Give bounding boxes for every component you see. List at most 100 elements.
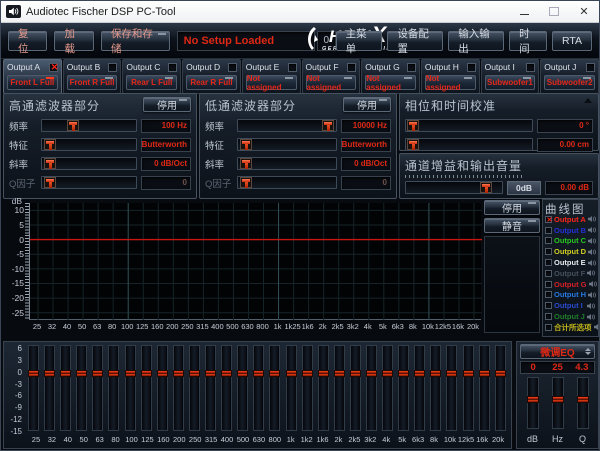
filter-slider-thumb[interactable] — [67, 120, 80, 131]
eq-slider-thumb[interactable] — [188, 369, 200, 377]
eq-band-slider-40[interactable] — [60, 345, 72, 431]
legend-row-output-d[interactable]: Output D — [545, 246, 597, 257]
legend-checkbox[interactable] — [545, 302, 552, 310]
output-checkbox[interactable] — [406, 62, 416, 72]
eq-band-slider-100[interactable] — [124, 345, 136, 431]
filter-value-field[interactable]: 0 dB/Oct — [141, 156, 191, 171]
eq-slider-thumb[interactable] — [44, 369, 56, 377]
eq-band-slider-800[interactable] — [269, 345, 281, 431]
phase-slider[interactable] — [405, 119, 533, 132]
filter-value-field[interactable]: 100 Hz — [141, 118, 191, 133]
load-button[interactable]: 加载 — [54, 28, 94, 55]
legend-row-output-f[interactable]: Output F — [545, 268, 596, 279]
tab-output-b[interactable]: Output B Front R Full — [62, 59, 122, 94]
eq-band-slider-250[interactable] — [188, 345, 200, 431]
save-store-button[interactable]: 保存和存储 — [100, 28, 170, 55]
channel-name-button[interactable]: Subwoofer2 — [544, 75, 595, 90]
fine-eq-slider-thumb[interactable] — [526, 396, 539, 403]
eq-slider-thumb[interactable] — [398, 369, 410, 377]
filter-slider-thumb[interactable] — [43, 139, 56, 150]
output-checkbox[interactable] — [227, 62, 237, 72]
eq-band-slider-16k[interactable] — [478, 345, 490, 431]
speaker-icon[interactable] — [588, 280, 598, 288]
eq-slider-thumb[interactable] — [92, 369, 104, 377]
fine-eq-slider-db[interactable] — [526, 377, 539, 429]
speaker-icon[interactable] — [587, 313, 596, 321]
speaker-icon[interactable] — [593, 323, 599, 331]
filter-slider-thumb[interactable] — [322, 120, 335, 131]
eq-band-slider-2k[interactable] — [333, 345, 345, 431]
tab-output-i[interactable]: Output I Subwoofer1 — [480, 59, 540, 94]
eq-slider-thumb[interactable] — [172, 369, 184, 377]
speaker-icon[interactable] — [588, 248, 597, 256]
eq-band-slider-2k5[interactable] — [349, 345, 361, 431]
lowpass-disable-button[interactable]: 停用 — [343, 97, 391, 112]
legend-checkbox[interactable] — [545, 259, 552, 267]
eq-slider-thumb[interactable] — [140, 369, 152, 377]
eq-slider-thumb[interactable] — [414, 369, 426, 377]
output-checkbox[interactable] — [168, 62, 178, 72]
legend-checkbox[interactable] — [545, 269, 552, 277]
eq-slider-thumb[interactable] — [28, 369, 39, 377]
eq-slider-thumb[interactable] — [333, 369, 345, 377]
eq-band-slider-32[interactable] — [44, 345, 56, 431]
phase-slider-thumb[interactable] — [407, 120, 420, 131]
eq-band-slider-6k3[interactable] — [414, 345, 426, 431]
legend-checkbox[interactable] — [545, 291, 552, 299]
eq-band-slider-10k[interactable] — [446, 345, 458, 431]
eq-slider-thumb[interactable] — [494, 369, 506, 377]
output-checkbox[interactable] — [347, 62, 357, 72]
filter-slider[interactable] — [41, 176, 137, 189]
channel-name-button[interactable]: Not assigned — [424, 74, 476, 92]
eq-slider-thumb[interactable] — [237, 369, 249, 377]
gain-slider[interactable] — [405, 181, 503, 194]
eq-slider-thumb[interactable] — [60, 369, 72, 377]
filter-slider[interactable] — [237, 157, 337, 170]
channel-name-button[interactable]: Not assigned — [365, 74, 416, 92]
gain-slider-thumb[interactable] — [479, 182, 492, 193]
fine-eq-slider-thumb[interactable] — [576, 396, 589, 403]
eq-slider-thumb[interactable] — [478, 369, 490, 377]
eq-slider-thumb[interactable] — [365, 369, 377, 377]
eq-band-slider-63[interactable] — [92, 345, 104, 431]
eq-band-slider-8k[interactable] — [430, 345, 442, 431]
output-checkbox[interactable] — [586, 62, 595, 72]
mute-button[interactable]: 静音 — [484, 218, 540, 233]
filter-slider[interactable] — [41, 157, 137, 170]
eq-slider-thumb[interactable] — [76, 369, 88, 377]
filter-slider-thumb[interactable] — [239, 158, 252, 169]
eq-band-slider-400[interactable] — [221, 345, 233, 431]
close-icon[interactable] — [569, 1, 599, 22]
eq-band-slider-25[interactable] — [28, 345, 39, 431]
eq-band-slider-630[interactable] — [253, 345, 265, 431]
fine-eq-header-button[interactable]: 微调EQ — [520, 344, 595, 359]
legend-row-output-c[interactable]: Output C — [545, 236, 597, 247]
eq-band-slider-80[interactable] — [108, 345, 120, 431]
tab-output-a[interactable]: Output A Front L Full — [3, 59, 62, 94]
eq-band-slider-200[interactable] — [172, 345, 184, 431]
legend-checkbox[interactable] — [545, 215, 552, 224]
filter-value-field[interactable]: 0 — [141, 175, 191, 190]
filter-slider-thumb[interactable] — [43, 177, 56, 188]
phase-value-field[interactable]: 0.00 cm — [537, 137, 593, 152]
phase-slider[interactable] — [405, 138, 533, 151]
speaker-icon[interactable] — [588, 291, 597, 299]
eq-slider-thumb[interactable] — [462, 369, 474, 377]
filter-value-field[interactable]: Butterworth — [141, 137, 191, 152]
filter-value-field[interactable]: 0 — [341, 175, 391, 190]
eq-band-slider-12k5[interactable] — [462, 345, 474, 431]
eq-band-slider-4k[interactable] — [382, 345, 394, 431]
graph-disable-button[interactable]: 停用 — [484, 200, 540, 215]
main-menu-button[interactable]: 主菜单 — [335, 28, 383, 55]
legend-row-output-e[interactable]: Output E — [545, 257, 596, 268]
gain-value-field[interactable]: 0.00 dB — [545, 180, 593, 195]
time-button[interactable]: 时间 — [509, 28, 547, 55]
legend-row-output-g[interactable]: Output G — [545, 279, 598, 290]
filter-value-field[interactable]: 10000 Hz — [341, 118, 391, 133]
tab-output-f[interactable]: Output F Not assigned — [301, 59, 361, 94]
fine-eq-slider-thumb[interactable] — [551, 396, 564, 403]
legend-checkbox[interactable] — [545, 280, 552, 288]
speaker-icon[interactable] — [587, 259, 597, 267]
setup-status-field[interactable]: No Setup Loaded — [176, 30, 315, 51]
legend-checkbox[interactable] — [545, 323, 552, 331]
